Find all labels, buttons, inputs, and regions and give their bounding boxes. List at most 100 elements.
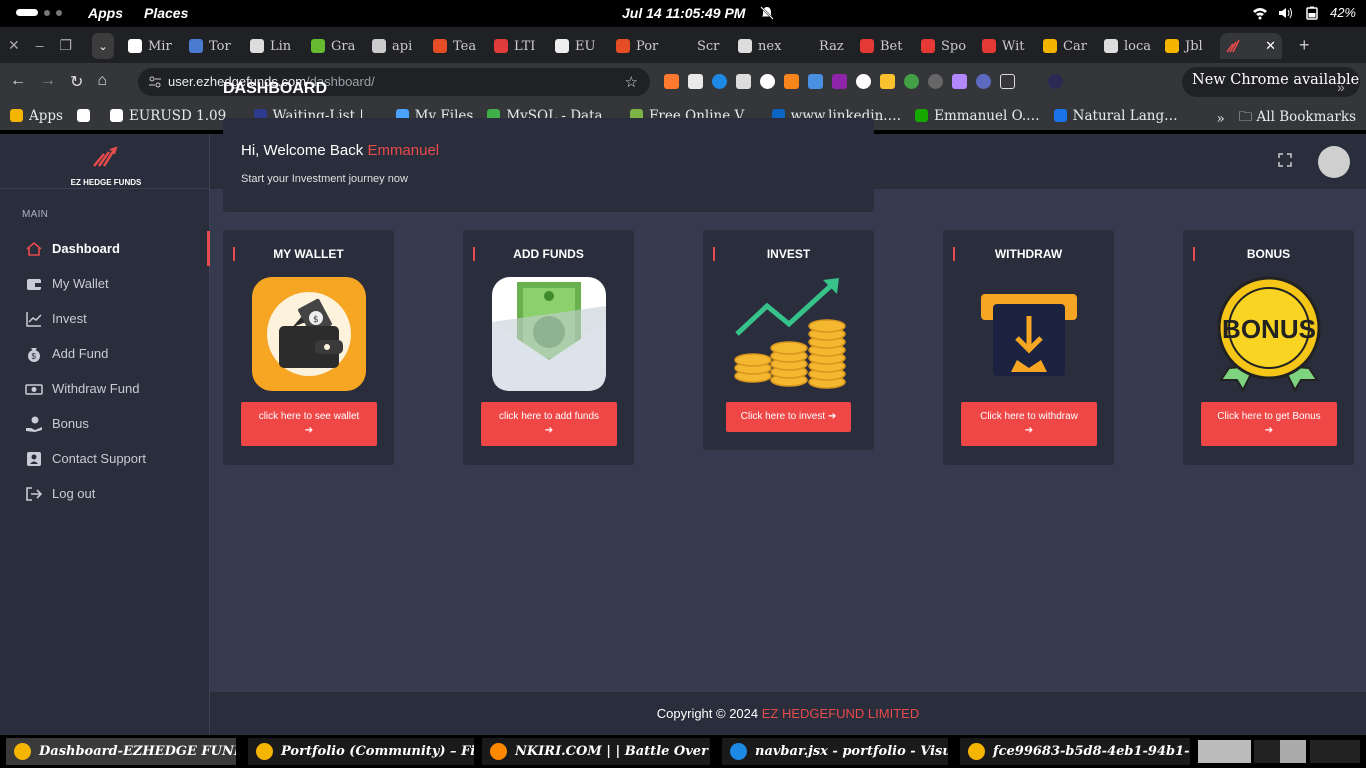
browser-tab[interactable]: Por [610,33,671,59]
extension-icon[interactable] [856,74,871,89]
browser-tab[interactable]: Scr [671,33,732,59]
bookmark-star-icon[interactable]: ☆ [625,73,638,91]
footer-brand-link[interactable]: EZ HEDGEFUND LIMITED [762,706,919,721]
brand-logo[interactable]: EZ HEDGE FUNDS [70,146,142,187]
extension-icon[interactable] [712,74,727,89]
bookmark-item[interactable]: Natural Lang… [1053,108,1178,124]
taskbar-window-button[interactable]: NKIRI.COM | | Battle Over Br… [482,738,710,765]
extension-icon[interactable] [976,74,991,89]
extension-icon[interactable] [664,74,679,89]
workspace-thumbnail[interactable] [1280,740,1306,763]
browser-tab[interactable]: LTI [488,33,549,59]
address-bar[interactable]: user.ezhedgefunds.com/dashboard/ ☆ [138,68,650,96]
user-avatar[interactable] [1318,146,1350,178]
extension-icon[interactable] [736,74,751,89]
extension-icon[interactable] [808,74,823,89]
sidebar-item-log-out[interactable]: Log out [0,476,210,511]
sidebar-item-withdraw-fund[interactable]: Withdraw Fund [0,371,210,406]
taskbar-window-button[interactable]: Dashboard-EZHEDGE FUND … [6,738,236,765]
site-info-icon[interactable] [148,75,162,89]
browser-tab[interactable]: EU [549,33,610,59]
battery-icon[interactable] [1304,6,1320,20]
places-menu[interactable]: Places [144,5,188,21]
add-funds-button[interactable]: click here to add funds ➔ [481,402,617,446]
forward-arrow-icon[interactable]: → [40,72,56,92]
sidebar-item-my-wallet[interactable]: My Wallet [0,266,210,301]
browser-tab[interactable]: Gra [305,33,366,59]
withdraw-button[interactable]: Click here to withdraw ➔ [961,402,1097,446]
taskbar-window-button[interactable]: navbar.jsx - portfolio - Visual… [722,738,948,765]
tab-close-icon[interactable]: ✕ [1265,39,1276,54]
extension-icon[interactable] [904,74,919,89]
apps-menu[interactable]: Apps [88,5,123,21]
browser-tab[interactable]: Tor [183,33,244,59]
window-minimize-icon[interactable]: – [36,37,44,54]
sidebar-item-invest[interactable]: Invest [0,301,210,336]
bookmark-item[interactable]: EURUSD 1.09… [109,108,240,124]
sidebar-item-bonus[interactable]: Bonus [0,406,210,441]
all-bookmarks-folder[interactable]: 🗀 All Bookmarks [1239,107,1356,130]
browser-tab[interactable]: nex [732,33,793,59]
profile-avatar-icon[interactable] [1048,74,1063,89]
browser-tab[interactable]: Raz [793,33,854,59]
bookmark-item[interactable]: Apps [10,108,63,124]
browser-tab[interactable]: Jbl [1159,33,1220,59]
volume-icon[interactable] [1278,6,1294,20]
new-tab-button[interactable]: + [1299,35,1310,56]
home-icon[interactable]: ⌂ [97,72,107,92]
tab-favicon-icon [1043,39,1057,53]
window-restore-icon[interactable]: ❐ [60,37,73,54]
tab-search-dropdown[interactable]: ⌄ [92,33,114,59]
active-browser-tab[interactable]: ✕ [1220,33,1282,59]
workspace-thumbnail[interactable] [1198,740,1251,763]
back-arrow-icon[interactable]: ← [10,72,26,92]
extension-icon[interactable] [952,74,967,89]
system-clock[interactable]: Jul 14 11:05:49 PM [622,5,745,21]
invest-button[interactable]: Click here to invest ➔ [726,402,851,432]
workspace-indicator[interactable] [16,9,62,16]
tab-title: Mir [148,38,172,54]
taskbar-window-button[interactable]: fce99683-b5d8-4eb1-94b1-e7df… [960,738,1190,765]
bookmark-favicon-icon [10,109,23,122]
extension-icon[interactable] [832,74,847,89]
button-label: Click here to invest [740,411,826,422]
browser-tab[interactable]: Mir [122,33,183,59]
window-close-icon[interactable]: ✕ [8,37,20,54]
system-tray[interactable]: 42% [1252,5,1356,20]
bookmark-item[interactable] [76,109,96,122]
browser-tab[interactable]: Wit [976,33,1037,59]
extension-icon[interactable] [688,74,703,89]
reload-icon[interactable]: ↻ [70,72,83,92]
extension-icon[interactable] [928,74,943,89]
browser-tab[interactable]: Lin [244,33,305,59]
notifications-muted-icon[interactable] [760,6,774,20]
browser-tab[interactable]: Tea [427,33,488,59]
breadcrumb-toggle[interactable]: » [1337,79,1345,95]
sidebar-item-contact-support[interactable]: Contact Support [0,441,210,476]
button-label: click here to add funds [498,411,600,422]
wifi-icon[interactable] [1252,6,1268,20]
more-bookmarks-icon[interactable]: » [1216,111,1224,127]
bookmark-item[interactable]: Emmanuel O.… [915,108,1040,124]
fullscreen-icon[interactable] [1278,153,1292,167]
extensions-bar [664,74,1063,89]
taskbar-window-title: Portfolio (Community) – Figm… [281,744,474,759]
browser-tab[interactable]: loca [1098,33,1159,59]
see-wallet-button[interactable]: click here to see wallet ➔ [241,402,377,446]
browser-tab[interactable]: Spo [915,33,976,59]
sidebar-item-add-fund[interactable]: $ Add Fund [0,336,210,371]
browser-tab[interactable]: Bet [854,33,915,59]
workspace-thumbnail[interactable] [1310,740,1360,763]
browser-tab[interactable]: api [366,33,427,59]
tab-title: Lin [270,38,292,54]
extension-icon[interactable] [760,74,775,89]
tab-favicon-icon [494,39,508,53]
metamask-icon[interactable] [784,74,799,89]
update-chrome-button[interactable]: New Chrome available ⋮ [1182,67,1366,97]
sidebar-item-dashboard[interactable]: Dashboard [0,231,210,266]
lock-extension-icon[interactable] [880,74,895,89]
puzzle-extensions-icon[interactable] [1000,74,1015,89]
taskbar-window-button[interactable]: Portfolio (Community) – Figm… [248,738,474,765]
browser-tab[interactable]: Car [1037,33,1098,59]
get-bonus-button[interactable]: Click here to get Bonus ➔ [1201,402,1337,446]
